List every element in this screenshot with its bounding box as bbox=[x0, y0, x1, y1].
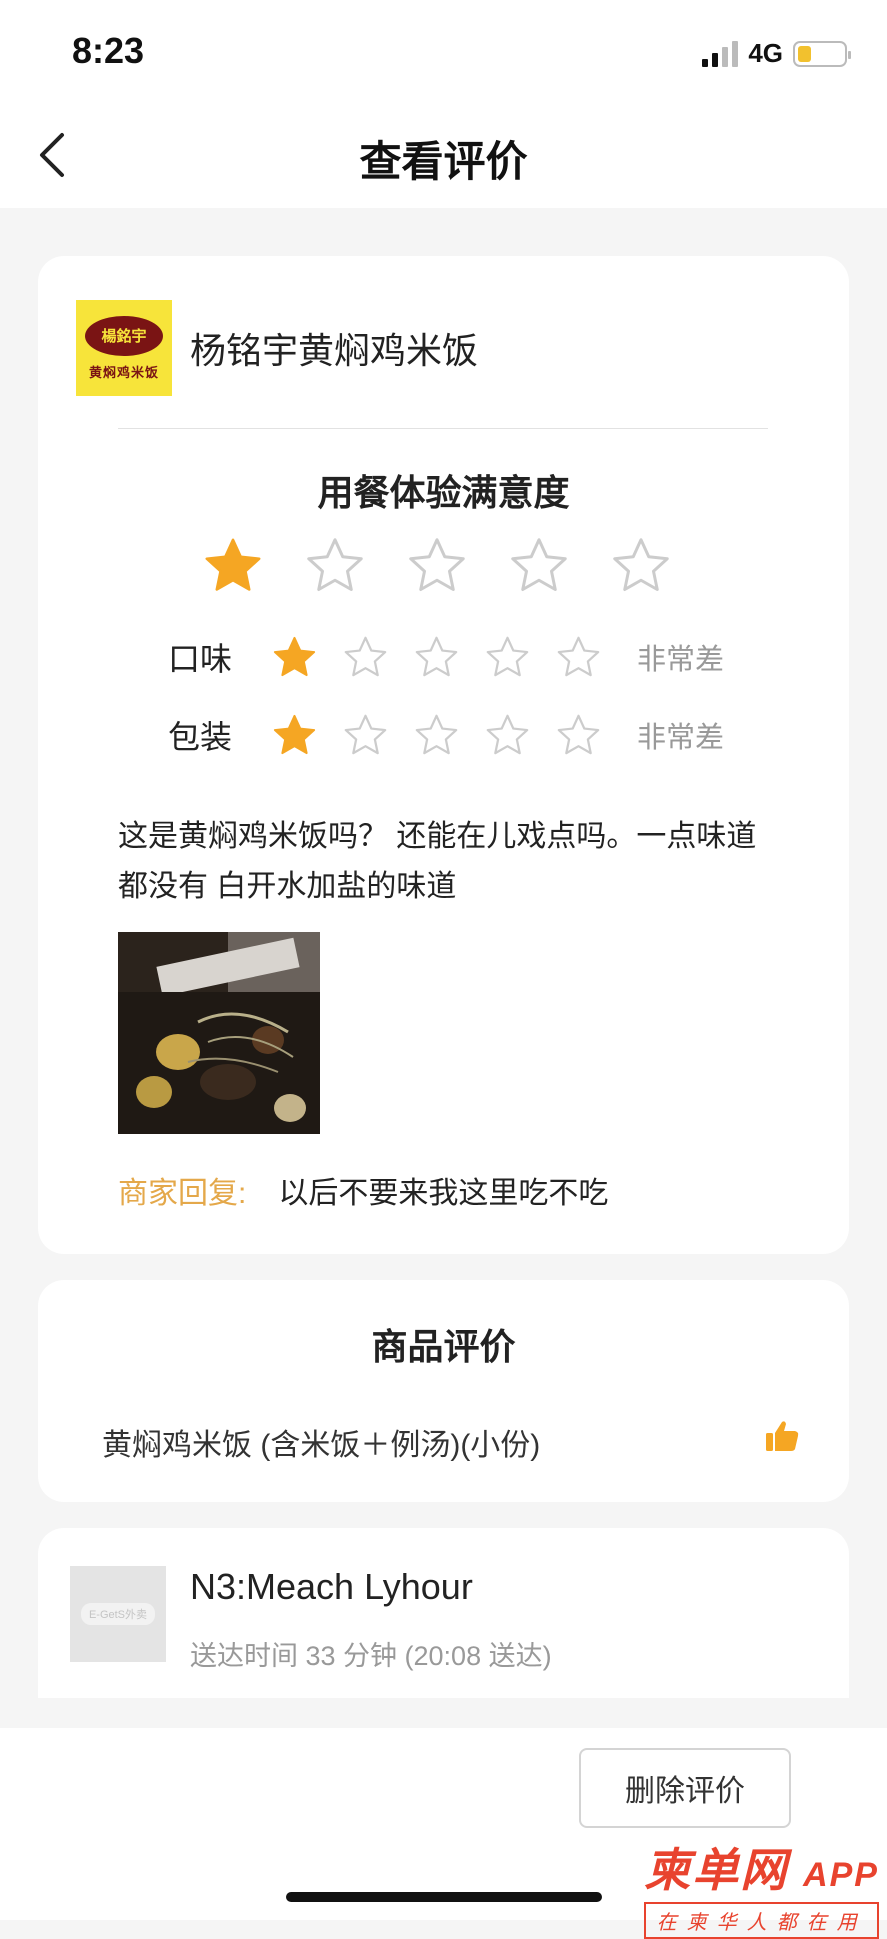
packaging-stars bbox=[272, 713, 601, 758]
rider-card: E-GetS外卖 N3:Meach Lyhour 送达时间 33 分钟 (20:… bbox=[38, 1528, 849, 1698]
rating-row-taste: 口味 非常差 bbox=[168, 634, 724, 680]
battery-level bbox=[798, 45, 812, 62]
page-title: 查看评价 bbox=[359, 138, 528, 185]
rating-text: 非常差 bbox=[637, 644, 725, 676]
star-empty-icon bbox=[557, 636, 600, 676]
review-photo[interactable] bbox=[118, 932, 320, 1134]
shop-logo[interactable]: 楊銘宇 黄焖鸡米饭 bbox=[76, 300, 172, 396]
taste-stars bbox=[272, 635, 601, 680]
goods-item-name: 黄焖鸡米饭 (含米饭＋例汤)(小份) bbox=[102, 1429, 541, 1462]
rating-text: 非常差 bbox=[637, 722, 725, 754]
goods-review-card: 商品评价 黄焖鸡米饭 (含米饭＋例汤)(小份) bbox=[38, 1280, 849, 1502]
delete-review-button[interactable]: 删除评价 bbox=[579, 1748, 791, 1828]
star-empty-icon bbox=[409, 538, 465, 591]
star-filled-icon bbox=[273, 636, 316, 676]
star-empty-icon bbox=[557, 714, 600, 754]
rating-row-packaging: 包装 非常差 bbox=[168, 712, 724, 758]
shop-logo-subtext: 黄焖鸡米饭 bbox=[88, 364, 159, 380]
star-empty-icon bbox=[613, 538, 669, 591]
watermark-app-text: APP bbox=[803, 1856, 879, 1894]
thumbs-up-icon bbox=[766, 1421, 799, 1451]
signal-icon bbox=[702, 40, 739, 67]
shop-logo-mark: 楊銘宇 bbox=[85, 315, 163, 356]
merchant-reply-text: 以后不要来我这里吃不吃 bbox=[278, 1177, 609, 1210]
star-empty-icon bbox=[344, 714, 387, 754]
shop-name[interactable]: 杨铭宇黄焖鸡米饭 bbox=[190, 322, 478, 374]
star-empty-icon bbox=[344, 636, 387, 676]
top-bar: 8:23 4G 查看评价 bbox=[0, 0, 887, 208]
watermark-slogan: 在柬华人都在用 bbox=[644, 1902, 879, 1939]
food-photo-image bbox=[118, 932, 320, 1134]
watermark-logo-text: 柬单网 bbox=[644, 1844, 789, 1896]
home-indicator[interactable] bbox=[286, 1892, 602, 1902]
status-indicators: 4G bbox=[702, 38, 851, 69]
star-empty-icon bbox=[511, 538, 567, 591]
star-empty-icon bbox=[307, 538, 363, 591]
rider-avatar: E-GetS外卖 bbox=[70, 1566, 166, 1662]
watermark-brand: 柬单网 APP bbox=[644, 1834, 879, 1900]
battery-icon bbox=[793, 40, 851, 67]
watermark-logo: 柬单网 APP 在柬华人都在用 bbox=[644, 1834, 879, 1939]
dining-experience-stars bbox=[203, 536, 671, 596]
rider-name: N3:Meach Lyhour bbox=[190, 1566, 473, 1607]
goods-review-title: 商品评价 bbox=[371, 1326, 516, 1367]
star-empty-icon bbox=[486, 714, 529, 754]
review-card: 楊銘宇 黄焖鸡米饭 杨铭宇黄焖鸡米饭 用餐体验满意度 口味 非常差 包装 非常差… bbox=[38, 256, 849, 1254]
rider-avatar-text: E-GetS外卖 bbox=[80, 1603, 156, 1625]
star-empty-icon bbox=[486, 636, 529, 676]
star-filled-icon bbox=[273, 714, 316, 754]
status-time: 8:23 bbox=[72, 30, 145, 71]
divider bbox=[118, 428, 768, 429]
star-empty-icon bbox=[415, 636, 458, 676]
rating-label: 包装 bbox=[168, 719, 233, 755]
rating-label: 口味 bbox=[168, 641, 233, 677]
merchant-reply-label: 商家回复: bbox=[118, 1177, 247, 1210]
network-type: 4G bbox=[748, 38, 783, 68]
merchant-reply: 商家回复: 以后不要来我这里吃不吃 bbox=[118, 1168, 608, 1212]
delivery-time: 送达时间 33 分钟 (20:08 送达) bbox=[190, 1641, 552, 1671]
review-text: 这是黄焖鸡米饭吗？ 还能在儿戏点吗。一点味道都没有 白开水加盐的味道 bbox=[118, 820, 757, 903]
star-filled-icon bbox=[205, 538, 261, 591]
dining-experience-title: 用餐体验满意度 bbox=[317, 472, 570, 513]
star-empty-icon bbox=[415, 714, 458, 754]
